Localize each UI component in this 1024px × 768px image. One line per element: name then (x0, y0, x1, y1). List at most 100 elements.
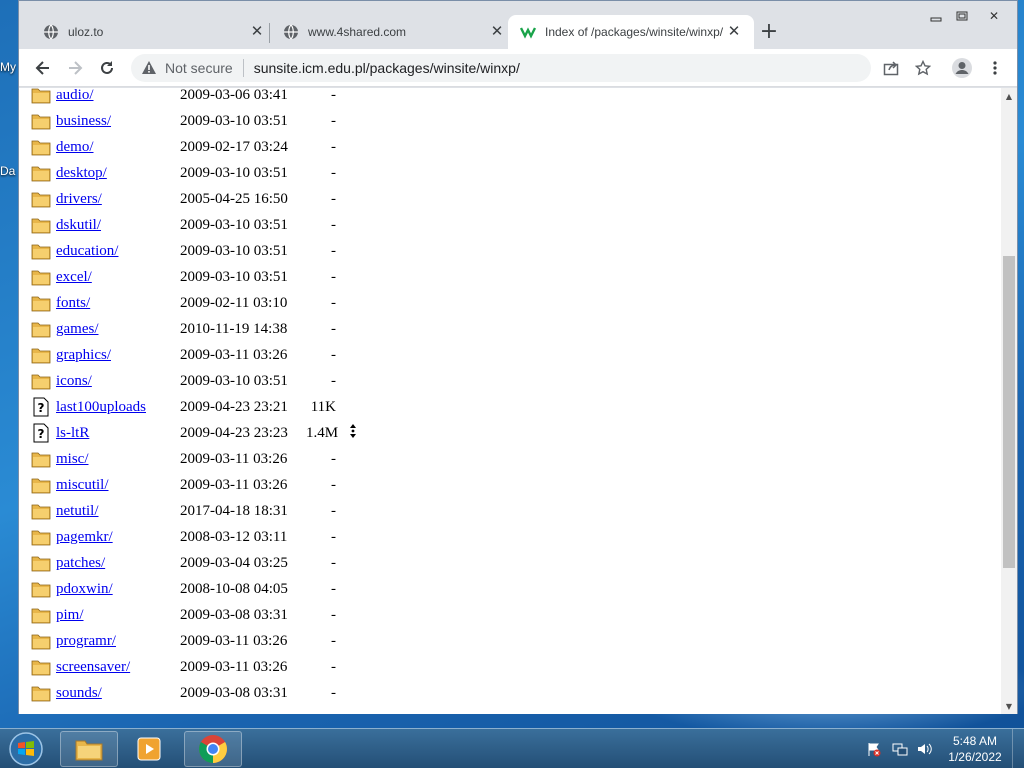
menu-button[interactable] (983, 56, 1007, 80)
scroll-up-button[interactable]: ▲ (1001, 88, 1017, 104)
tab-4shared[interactable]: www.4shared.com ✕ (271, 15, 517, 49)
tab-index-winxp[interactable]: Index of /packages/winsite/winxp/ ✕ (508, 15, 754, 49)
vertical-scrollbar[interactable]: ▲ ▼ (1001, 88, 1017, 714)
file-size: 1.4M (306, 424, 339, 441)
listing-row: desktop/2009-03-10 03:51 - (31, 160, 336, 186)
tab-uloz[interactable]: uloz.to ✕ (31, 15, 277, 49)
folder-icon (31, 556, 51, 572)
file-link[interactable]: netutil/ (56, 503, 180, 520)
back-button[interactable] (31, 56, 55, 80)
site-logo-icon (520, 27, 536, 39)
file-link[interactable]: dskutil/ (56, 217, 180, 234)
scrollbar-thumb[interactable] (1003, 256, 1015, 568)
reload-icon (101, 61, 113, 74)
close-tab-icon[interactable]: ✕ (726, 24, 742, 40)
file-link[interactable]: education/ (56, 243, 180, 260)
forward-button[interactable] (63, 56, 87, 80)
reload-button[interactable] (95, 56, 119, 80)
omnibox-divider (242, 59, 244, 77)
taskbar-chrome[interactable] (184, 731, 242, 767)
listing-row: excel/2009-03-10 03:51 - (31, 264, 336, 290)
action-center-flag-icon[interactable] (866, 741, 882, 757)
file-link[interactable]: last100uploads (56, 399, 180, 416)
restore-button[interactable] (947, 7, 977, 25)
listing-row: ? ls-ltR 2009-04-23 23:23 1.4M (31, 420, 339, 446)
file-link[interactable]: excel/ (56, 269, 180, 286)
modified-date: 2008-03-12 03:11 (180, 528, 288, 545)
file-link[interactable]: audio/ (56, 88, 180, 104)
listing-row: netutil/2017-04-18 18:31 - (31, 498, 336, 524)
file-link[interactable]: miscutil/ (56, 477, 180, 494)
file-link[interactable]: pdoxwin/ (56, 581, 180, 598)
file-link[interactable]: pagemkr/ (56, 529, 180, 546)
modified-date: 2009-03-10 03:51 (180, 216, 288, 233)
unknown-file-icon: ? (33, 423, 49, 443)
folder-icon (31, 582, 51, 598)
taskbar-media-player[interactable] (120, 731, 178, 767)
share-button[interactable] (879, 56, 903, 80)
address-bar[interactable]: Not secure sunsite.icm.edu.pl/packages/w… (131, 54, 871, 82)
taskbar-explorer[interactable] (60, 731, 118, 767)
desktop-icon-label-1[interactable]: My (0, 60, 16, 74)
folder-icon (31, 218, 51, 234)
folder-icon (31, 166, 51, 182)
system-clock[interactable]: 5:48 AM 1/26/2022 (940, 733, 1010, 765)
taskbar: 5:48 AM 1/26/2022 (0, 728, 1024, 768)
modified-date: 2009-02-11 03:10 (180, 294, 288, 311)
file-size: - (331, 320, 336, 337)
file-link[interactable]: patches/ (56, 555, 180, 572)
profile-button[interactable] (950, 56, 974, 80)
modified-date: 2009-03-10 03:51 (180, 242, 288, 259)
warning-icon[interactable] (141, 60, 157, 76)
file-link[interactable]: misc/ (56, 451, 180, 468)
close-tab-icon[interactable]: ✕ (249, 24, 265, 40)
file-link[interactable]: icons/ (56, 373, 180, 390)
file-link[interactable]: sounds/ (56, 685, 180, 702)
folder-icon (31, 244, 51, 260)
file-link[interactable]: programr/ (56, 633, 180, 650)
network-icon[interactable] (892, 741, 908, 757)
file-link[interactable]: demo/ (56, 139, 180, 156)
folder-icon (31, 452, 51, 468)
file-link[interactable]: screensaver/ (56, 659, 180, 676)
close-window-button[interactable]: ✕ (979, 7, 1009, 25)
file-link[interactable]: fonts/ (56, 295, 180, 312)
modified-date: 2009-03-11 03:26 (180, 476, 288, 493)
scroll-down-button[interactable]: ▼ (1001, 698, 1017, 714)
file-size: - (331, 554, 336, 571)
modified-date: 2008-10-08 04:05 (180, 580, 288, 597)
modified-date: 2009-03-11 03:26 (180, 450, 288, 467)
bookmark-button[interactable] (911, 56, 935, 80)
volume-icon[interactable] (916, 741, 932, 757)
url-text[interactable]: sunsite.icm.edu.pl/packages/winsite/winx… (254, 60, 520, 76)
mouse-cursor-resize (348, 423, 358, 439)
listing-row: pim/2009-03-08 03:31 - (31, 602, 336, 628)
file-link[interactable]: drivers/ (56, 191, 180, 208)
folder-icon (31, 504, 51, 520)
file-link[interactable]: desktop/ (56, 165, 180, 182)
share-icon (883, 61, 899, 76)
file-link[interactable]: ls-ltR (56, 425, 180, 442)
new-tab-button[interactable]: + (757, 21, 781, 45)
modified-date: 2009-03-11 03:26 (180, 632, 288, 649)
file-size: - (331, 138, 336, 155)
clock-date: 1/26/2022 (948, 750, 1002, 764)
arrow-right-icon (69, 61, 83, 75)
modified-date: 2009-03-08 03:31 (180, 606, 288, 623)
show-desktop-button[interactable] (1012, 729, 1024, 768)
file-link[interactable]: business/ (56, 113, 180, 130)
file-size: - (331, 268, 336, 285)
security-status[interactable]: Not secure (165, 60, 233, 76)
listing-row: icons/2009-03-10 03:51 - (31, 368, 336, 394)
file-size: - (331, 294, 336, 311)
desktop-icon-label-2[interactable]: Da (0, 164, 15, 178)
modified-date: 2009-03-11 03:26 (180, 658, 288, 675)
arrow-left-icon (35, 61, 49, 75)
file-size: - (331, 476, 336, 493)
file-link[interactable]: pim/ (56, 607, 180, 624)
minimize-icon (930, 17, 942, 22)
file-link[interactable]: games/ (56, 321, 180, 338)
file-link[interactable]: graphics/ (56, 347, 180, 364)
close-tab-icon[interactable]: ✕ (489, 24, 505, 40)
start-button[interactable] (4, 730, 48, 768)
